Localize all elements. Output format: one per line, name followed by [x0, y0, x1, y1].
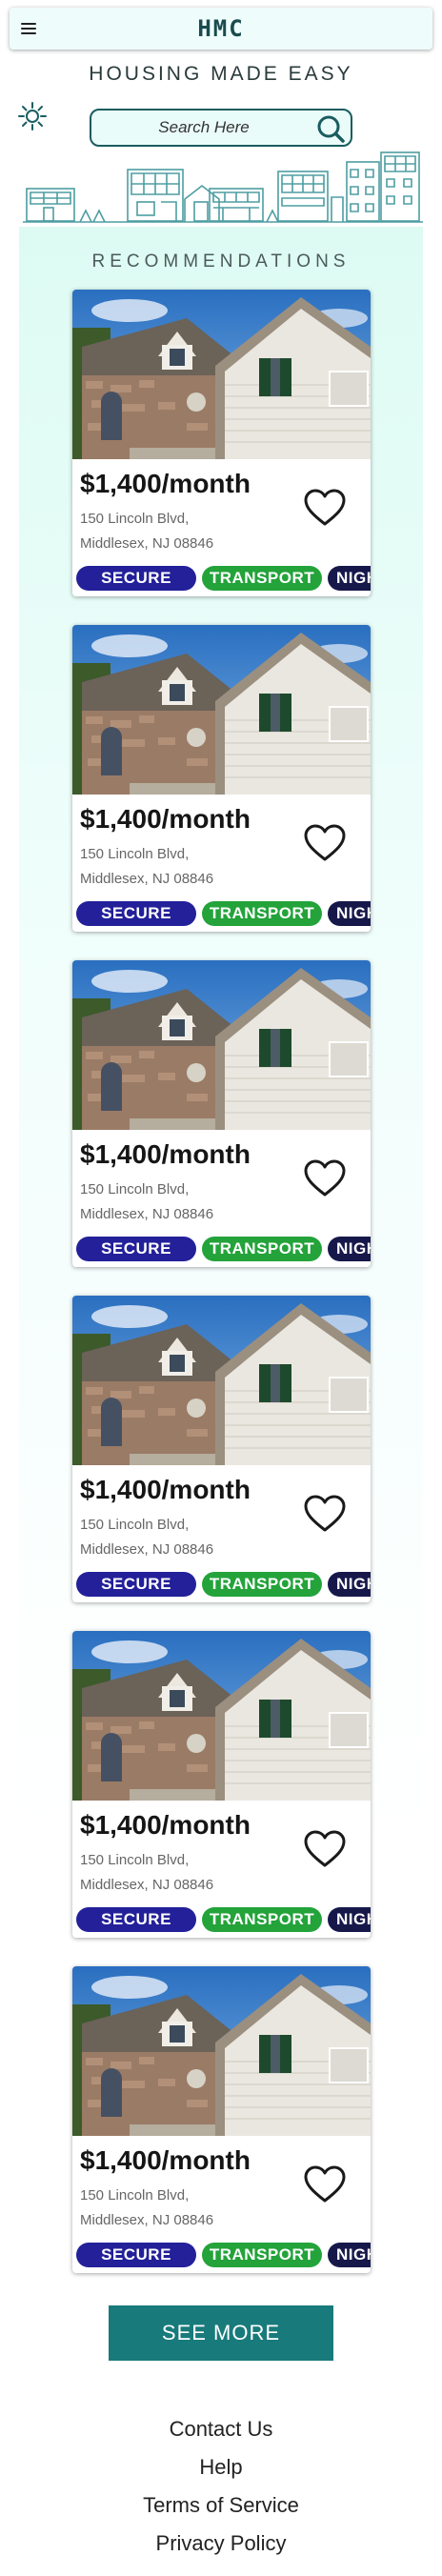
tag-nightlife[interactable]: NIGHTLIFE — [328, 1572, 371, 1597]
listing-price: $1,400/month — [80, 1139, 251, 1169]
listing-tags: SECURE TRANSPORT NIGHTLIFE — [76, 566, 371, 591]
listing-photo[interactable] — [72, 960, 371, 1130]
listing-card[interactable]: $1,400/month 150 Lincoln Blvd, Middlesex… — [72, 960, 371, 1267]
tag-nightlife[interactable]: NIGHTLIFE — [328, 566, 371, 591]
tag-nightlife[interactable]: NIGHTLIFE — [328, 1237, 371, 1261]
section-title: RECOMMENDATIONS — [91, 252, 351, 272]
listing-tags: SECURE TRANSPORT NIGHTLIFE — [76, 1572, 371, 1597]
listing-price: $1,400/month — [80, 804, 251, 834]
address-line-2: Middlesex, NJ 08846 — [80, 1541, 214, 1558]
tag-nightlife[interactable]: NIGHTLIFE — [328, 1907, 371, 1932]
listing-address: 150 Lincoln Blvd, Middlesex, NJ 08846 — [80, 507, 290, 556]
listing-tags: SECURE TRANSPORT NIGHTLIFE — [76, 2243, 371, 2267]
tag-transport[interactable]: TRANSPORT — [202, 1572, 322, 1597]
logo[interactable]: HMC — [197, 15, 244, 42]
listing-price: $1,400/month — [80, 2145, 251, 2175]
tag-secure[interactable]: SECURE — [76, 2243, 196, 2267]
search-icon[interactable] — [314, 112, 347, 145]
address-line-1: 150 Lincoln Blvd, — [80, 1852, 190, 1868]
favorite-heart-icon[interactable] — [303, 1494, 347, 1534]
address-line-1: 150 Lincoln Blvd, — [80, 2187, 190, 2204]
sun-icon — [18, 102, 47, 131]
city-skyline-illustration — [23, 151, 423, 223]
see-more-button[interactable]: SEE MORE — [109, 2305, 333, 2361]
tag-nightlife[interactable]: NIGHTLIFE — [328, 2243, 371, 2267]
address-line-1: 150 Lincoln Blvd, — [80, 1517, 190, 1533]
address-line-2: Middlesex, NJ 08846 — [80, 535, 214, 552]
favorite-heart-icon[interactable] — [303, 823, 347, 863]
address-line-2: Middlesex, NJ 08846 — [80, 2212, 214, 2228]
listing-address: 150 Lincoln Blvd, Middlesex, NJ 08846 — [80, 842, 290, 892]
tag-transport[interactable]: TRANSPORT — [202, 901, 322, 926]
listing-tags: SECURE TRANSPORT NIGHTLIFE — [76, 1907, 371, 1932]
tag-transport[interactable]: TRANSPORT — [202, 1907, 322, 1932]
listing-price: $1,400/month — [80, 1475, 251, 1504]
listing-card[interactable]: $1,400/month 150 Lincoln Blvd, Middlesex… — [72, 1631, 371, 1938]
favorite-heart-icon[interactable] — [303, 1829, 347, 1869]
listing-price: $1,400/month — [80, 1810, 251, 1840]
favorite-heart-icon[interactable] — [303, 488, 347, 528]
listing-photo[interactable] — [72, 290, 371, 459]
listing-photo[interactable] — [72, 1966, 371, 2136]
listing-address: 150 Lincoln Blvd, Middlesex, NJ 08846 — [80, 1513, 290, 1562]
tag-secure[interactable]: SECURE — [76, 566, 196, 591]
tag-transport[interactable]: TRANSPORT — [202, 1237, 322, 1261]
listing-tags: SECURE TRANSPORT NIGHTLIFE — [76, 901, 371, 926]
tag-secure[interactable]: SECURE — [76, 1237, 196, 1261]
page: HMC HOUSING MADE EASY Search Here RECOMM… — [0, 0, 442, 2576]
listing-photo[interactable] — [72, 625, 371, 795]
hamburger-menu-icon[interactable] — [21, 19, 40, 38]
listing-price: $1,400/month — [80, 469, 251, 498]
tag-secure[interactable]: SECURE — [76, 1907, 196, 1932]
address-line-2: Middlesex, NJ 08846 — [80, 871, 214, 887]
tag-secure[interactable]: SECURE — [76, 1572, 196, 1597]
footer-link-privacy[interactable]: Privacy Policy — [0, 2525, 442, 2563]
footer-link-terms[interactable]: Terms of Service — [0, 2486, 442, 2525]
search-bar — [90, 109, 352, 147]
tag-transport[interactable]: TRANSPORT — [202, 2243, 322, 2267]
tag-nightlife[interactable]: NIGHTLIFE — [328, 901, 371, 926]
footer: Contact Us Help Terms of Service Privacy… — [0, 2410, 442, 2563]
favorite-heart-icon[interactable] — [303, 2164, 347, 2204]
listing-address: 150 Lincoln Blvd, Middlesex, NJ 08846 — [80, 2184, 290, 2233]
listing-photo[interactable] — [72, 1631, 371, 1801]
listing-address: 150 Lincoln Blvd, Middlesex, NJ 08846 — [80, 1177, 290, 1227]
tag-transport[interactable]: TRANSPORT — [202, 566, 322, 591]
listing-photo[interactable] — [72, 1296, 371, 1465]
listing-card[interactable]: $1,400/month 150 Lincoln Blvd, Middlesex… — [72, 1296, 371, 1602]
footer-link-contact[interactable]: Contact Us — [0, 2410, 442, 2448]
recommendations-section: RECOMMENDATIONS $1,400/month 150 Lincoln… — [19, 227, 423, 2370]
tagline: HOUSING MADE EASY — [89, 63, 353, 85]
listing-card[interactable]: $1,400/month 150 Lincoln Blvd, Middlesex… — [72, 290, 371, 596]
address-line-2: Middlesex, NJ 08846 — [80, 1206, 214, 1222]
tag-secure[interactable]: SECURE — [76, 901, 196, 926]
listing-card[interactable]: $1,400/month 150 Lincoln Blvd, Middlesex… — [72, 1966, 371, 2273]
address-line-1: 150 Lincoln Blvd, — [80, 1181, 190, 1197]
listing-address: 150 Lincoln Blvd, Middlesex, NJ 08846 — [80, 1848, 290, 1898]
footer-link-help[interactable]: Help — [0, 2448, 442, 2486]
address-line-2: Middlesex, NJ 08846 — [80, 1877, 214, 1893]
listing-card[interactable]: $1,400/month 150 Lincoln Blvd, Middlesex… — [72, 625, 371, 932]
search-input[interactable] — [91, 111, 305, 145]
favorite-heart-icon[interactable] — [303, 1158, 347, 1198]
address-line-1: 150 Lincoln Blvd, — [80, 511, 190, 527]
top-app-bar: HMC — [10, 8, 432, 50]
listing-tags: SECURE TRANSPORT NIGHTLIFE — [76, 1237, 371, 1261]
address-line-1: 150 Lincoln Blvd, — [80, 846, 190, 862]
